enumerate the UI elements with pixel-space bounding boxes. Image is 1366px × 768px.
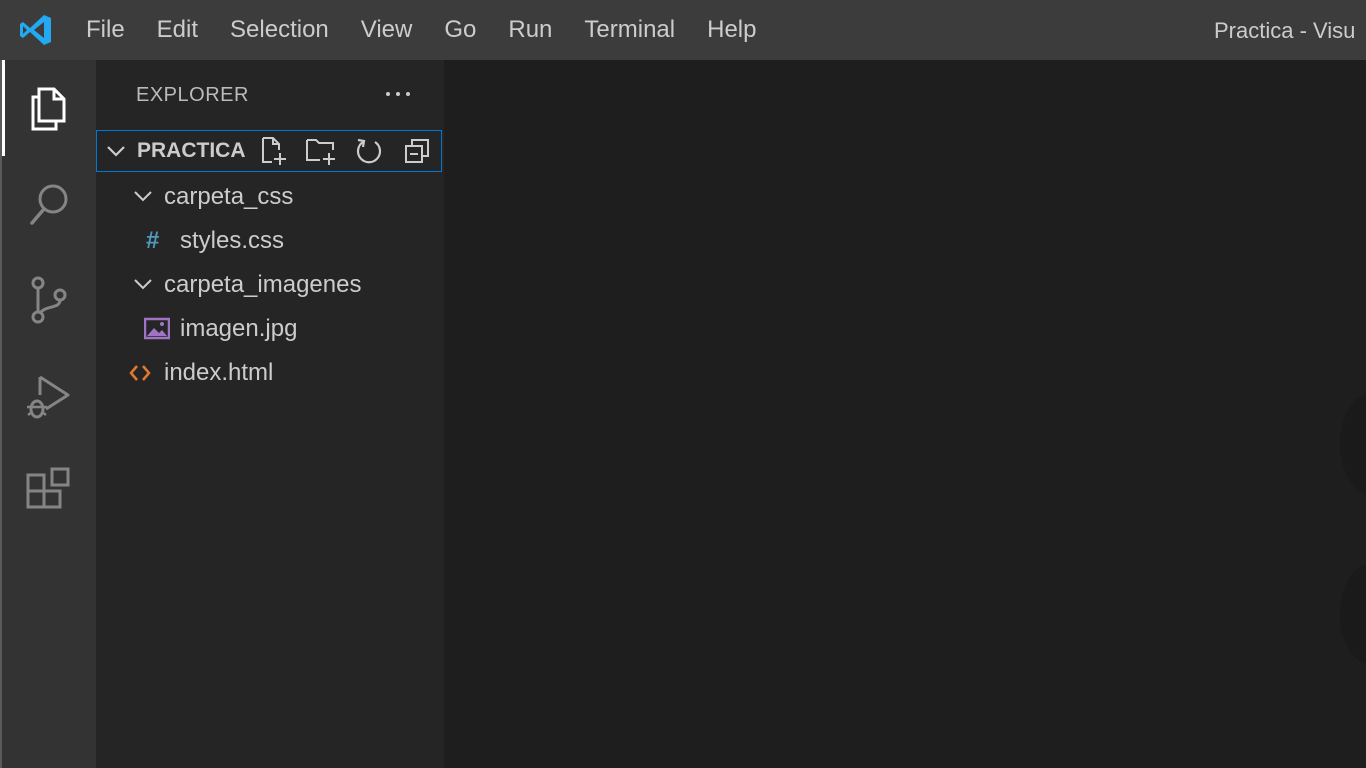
menu-file[interactable]: File (70, 0, 141, 60)
activity-explorer[interactable] (2, 60, 96, 156)
vscode-window: File Edit Selection View Go Run Terminal… (0, 0, 1366, 768)
collapse-all-icon (405, 139, 429, 163)
tree-item-carpeta-css[interactable]: carpeta_css (96, 175, 444, 219)
image-file-icon (144, 317, 170, 340)
activity-run-debug[interactable] (2, 348, 96, 444)
chevron-down-icon (134, 279, 152, 290)
html-file-icon (129, 365, 151, 381)
activity-bar (2, 60, 96, 768)
extensions-icon (26, 467, 70, 509)
ellipsis-icon (386, 92, 410, 96)
chevron-down-icon (134, 191, 152, 202)
editor-watermark-shape (1340, 564, 1366, 664)
workspace-folder-header[interactable]: PRACTICA (96, 130, 442, 172)
title-bar: File Edit Selection View Go Run Terminal… (0, 0, 1366, 60)
run-debug-icon (27, 375, 70, 419)
chevron-down-icon (107, 146, 125, 157)
new-folder-icon (306, 139, 335, 165)
files-icon (31, 87, 66, 131)
explorer-sidebar: EXPLORER PRACTICA carpeta_css # styles.c… (96, 60, 444, 768)
activity-source-control[interactable] (2, 252, 96, 348)
explorer-title: EXPLORER (136, 84, 249, 106)
activity-extensions[interactable] (2, 444, 96, 540)
css-file-icon: # (146, 227, 160, 254)
new-file-icon (262, 137, 286, 165)
tree-item-label: imagen.jpg (180, 315, 298, 342)
new-folder-button[interactable] (305, 135, 337, 167)
menu-go[interactable]: Go (428, 0, 492, 60)
menu-view[interactable]: View (345, 0, 429, 60)
menu-edit[interactable]: Edit (141, 0, 214, 60)
tree-item-label: carpeta_css (164, 183, 294, 210)
menu-help[interactable]: Help (691, 0, 772, 60)
menu-run[interactable]: Run (492, 0, 568, 60)
new-file-button[interactable] (257, 135, 289, 167)
search-icon (30, 184, 68, 225)
tree-item-label: index.html (164, 359, 274, 386)
menu-terminal[interactable]: Terminal (568, 0, 691, 60)
editor-area[interactable] (444, 60, 1366, 768)
menu-bar: File Edit Selection View Go Run Terminal… (70, 0, 772, 60)
activity-search[interactable] (2, 156, 96, 252)
window-title: Practica - Visu (1214, 18, 1356, 43)
tree-item-imagen-jpg[interactable]: imagen.jpg (96, 307, 444, 351)
tree-item-styles-css[interactable]: # styles.css (96, 219, 444, 263)
tree-item-label: styles.css (180, 227, 285, 254)
vscode-logo-icon (20, 15, 51, 45)
refresh-icon (356, 138, 382, 164)
tree-item-index-html[interactable]: index.html (96, 351, 444, 395)
editor-watermark-shape (1340, 394, 1366, 494)
collapse-folders-button[interactable] (401, 135, 433, 167)
tree-item-label: carpeta_imagenes (164, 271, 362, 298)
source-control-icon (31, 276, 67, 324)
tree-item-carpeta-imagenes[interactable]: carpeta_imagenes (96, 263, 444, 307)
refresh-explorer-button[interactable] (353, 135, 385, 167)
workspace-folder-name: PRACTICA (137, 139, 246, 162)
menu-selection[interactable]: Selection (214, 0, 345, 60)
explorer-more-actions[interactable] (382, 78, 414, 110)
